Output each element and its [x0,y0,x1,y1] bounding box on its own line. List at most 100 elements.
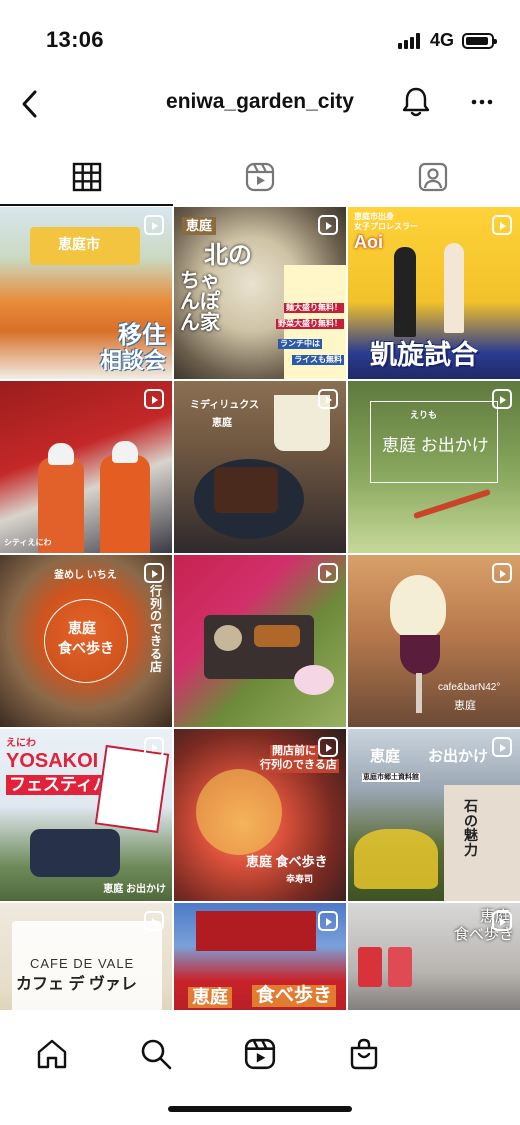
notifications-button[interactable] [394,82,438,122]
nav-shop-button[interactable] [340,1030,388,1078]
more-horizontal-icon [471,99,493,105]
rice-bowl [214,625,242,651]
post-thumbnail[interactable]: 恵庭 食べ歩き [174,903,346,1010]
tagged-person-icon [419,162,448,192]
tab-tagged[interactable] [347,148,520,206]
signal-icon [397,32,420,49]
reel-badge-icon [144,911,164,931]
post-title: CAFE DE VALE [30,956,135,971]
more-options-button[interactable] [460,82,504,122]
post-title: 食べ歩き [58,640,114,656]
wrestler-figure [444,243,464,333]
parfait-glass [400,635,440,675]
post-thumbnail[interactable]: 恵庭 北の ちゃんぽん家 麺大盛り無料！ 野菜大盛り無料！ ランチ中は ライスも… [174,207,346,379]
post-text: 恵庭 お出かけ [103,883,166,895]
post-text: 恵庭 [182,217,217,235]
reel-badge-icon [492,563,512,583]
post-title: 石の魅力 [464,798,478,859]
home-indicator[interactable] [168,1106,352,1112]
post-title: ちゃんぽん家 [180,270,220,334]
post-title: 恵庭 お出かけ [382,436,489,455]
reel-badge-icon [144,563,164,583]
post-text: えにわ [6,738,36,749]
post-thumbnail[interactable]: シティえにわ [0,381,172,553]
post-text: ミディリュクス [190,400,259,411]
post-thumbnail[interactable]: 恵庭 食べ歩き [348,903,520,1010]
post-thumbnail[interactable]: えりも 恵庭 お出かけ [348,381,520,553]
post-thumbnail[interactable]: 恵庭市 移住 相談会 [0,207,172,379]
post-thumbnail[interactable] [174,555,346,727]
profile-tabs [0,148,520,206]
post-text: 麺大盛り無料！ [284,303,344,314]
parfait-cream [390,575,446,639]
post-text: 開店前に [270,745,318,759]
reel-badge-icon [492,389,512,409]
nav-reels-button[interactable] [236,1030,284,1078]
post-text: シティえにわ [4,537,52,547]
search-icon [141,1039,172,1070]
sushi-bowl [196,769,282,855]
post-text: 野菜大盛り無料！ [276,319,344,330]
nav-home-button[interactable] [28,1030,76,1078]
tab-posts-grid[interactable] [0,148,174,206]
nav-search-button[interactable] [132,1030,180,1078]
status-bar: 13:06 4G [0,0,520,80]
reel-badge-icon [144,215,164,235]
firefighter-figure [100,455,150,553]
post-title: 恵庭 [188,987,232,1008]
flowers-shape [354,829,438,889]
post-title: カフェ デ ヴァレ [16,976,137,993]
post-text: 釜めし いちえ [54,570,117,581]
bottom-navigation [0,1010,520,1125]
post-thumbnail[interactable]: えにわ YOSAKOI フェスティバル 恵庭 お出かけ [0,729,172,901]
posts-grid: 恵庭市 移住 相談会 恵庭 北の ちゃんぽん家 麺大盛り無料！ 野菜大盛り無料！… [0,207,520,1010]
post-text: 女子プロレスラー [354,222,418,231]
post-thumbnail[interactable]: ミディリュクス 恵庭 [174,381,346,553]
post-thumbnail[interactable]: 開店前に 行列のできる店 恵庭 食べ歩き 幸寿司 [174,729,346,901]
post-title: 北の [204,242,252,269]
reel-badge-icon [318,389,338,409]
reels-icon [244,1038,276,1070]
post-text: 恵庭市 [58,236,100,252]
post-title: 相談会 [99,348,166,373]
status-icons: 4G [397,30,497,51]
post-text: 行列のできる店 [258,759,339,773]
reel-badge-icon [318,737,338,757]
tab-reels[interactable] [173,148,346,206]
post-text: cafe&barN42° [438,682,501,693]
post-text: ランチ中は [278,339,322,350]
post-title: 食べ歩き [252,985,337,1007]
glass-stem [416,673,422,713]
post-text: 恵庭 [370,748,401,765]
post-thumbnail[interactable]: 釜めし いちえ 恵庭 食べ歩き 行列のできる店 [0,555,172,727]
shopping-bag-icon [350,1038,378,1070]
post-thumbnail[interactable]: cafe&barN42° 恵庭 [348,555,520,727]
post-text: 恵庭 [454,700,476,712]
drink-cup [358,947,382,987]
reel-badge-icon [144,389,164,409]
profile-username: eniwa_garden_city [166,90,354,113]
post-text: 恵庭市郷土資料館 [362,773,420,783]
flag-shape [94,744,170,834]
status-time: 13:06 [46,27,104,52]
network-type: 4G [429,30,454,50]
reels-icon [245,162,275,192]
post-thumbnail[interactable]: CAFE DE VALE カフェ デ ヴァレ [0,903,172,1010]
post-thumbnail[interactable]: 恵庭市出身 女子プロレスラー Aoi 凱旋試合 [348,207,520,379]
drink-cup [388,947,412,987]
post-title: Aoi [354,232,383,252]
battery-level [466,36,488,45]
dancers-shape [30,829,120,877]
post-text: えりも [410,410,438,420]
post-thumbnail[interactable]: 恵庭 お出かけ 石の魅力 恵庭市郷土資料館 [348,729,520,901]
cake-shape [214,467,278,513]
reel-badge-icon [492,737,512,757]
reel-badge-icon [318,563,338,583]
post-title: 移住 [118,322,166,349]
hand-shape [294,665,334,695]
reel-badge-icon [318,215,338,235]
wrestler-figure [394,247,416,337]
reel-badge-icon [492,911,512,931]
post-title: YOSAKOI [6,750,99,772]
home-icon [37,1039,67,1069]
